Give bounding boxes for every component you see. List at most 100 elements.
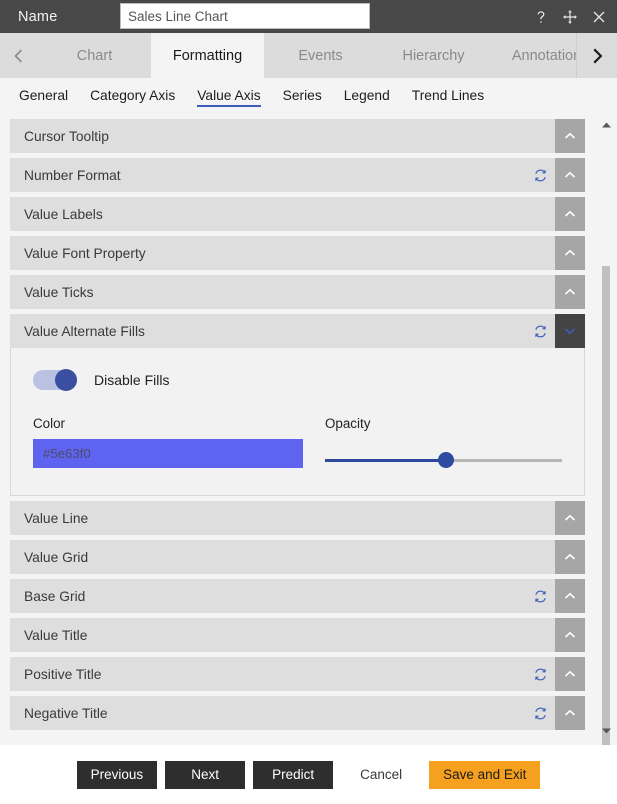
section-header[interactable]: Value Ticks xyxy=(10,275,585,309)
subtab-series[interactable]: Series xyxy=(272,78,333,113)
section-number-format: Number Format xyxy=(10,158,585,192)
tab-chart[interactable]: Chart xyxy=(38,33,151,78)
section-title: Value Ticks xyxy=(24,284,94,300)
reset-icon[interactable] xyxy=(525,579,555,613)
section-header[interactable]: Base Grid xyxy=(10,579,585,613)
disable-fills-label: Disable Fills xyxy=(94,372,170,388)
help-icon[interactable] xyxy=(531,7,551,27)
name-input[interactable]: Sales Line Chart xyxy=(120,3,370,29)
section-title: Value Font Property xyxy=(24,245,146,261)
reset-icon[interactable] xyxy=(525,657,555,691)
section-title: Value Grid xyxy=(24,549,89,565)
chart-properties-dialog: Name Sales Line Chart Chart Formatting E… xyxy=(0,0,617,804)
chevron-up-icon[interactable] xyxy=(555,657,585,691)
dialog-titlebar: Name Sales Line Chart xyxy=(0,0,617,33)
toggle-knob xyxy=(55,369,77,391)
section-cursor-tooltip: Cursor Tooltip xyxy=(10,119,585,153)
section-negative-title: Negative Title xyxy=(10,696,585,730)
section-header[interactable]: Value Labels xyxy=(10,197,585,231)
chevron-right-icon[interactable] xyxy=(576,33,617,78)
section-actions xyxy=(555,501,585,535)
section-title: Number Format xyxy=(24,167,121,183)
subtab-legend[interactable]: Legend xyxy=(333,78,401,113)
section-title: Value Labels xyxy=(24,206,103,222)
subtab-category-axis[interactable]: Category Axis xyxy=(79,78,186,113)
chevron-down-icon[interactable] xyxy=(555,314,585,348)
chevron-up-icon[interactable] xyxy=(555,158,585,192)
chevron-up-icon[interactable] xyxy=(555,197,585,231)
section-actions xyxy=(525,696,585,730)
section-header[interactable]: Value Grid xyxy=(10,540,585,574)
subtab-trend-lines[interactable]: Trend Lines xyxy=(401,78,495,113)
section-actions xyxy=(555,275,585,309)
scrollbar-track[interactable] xyxy=(600,133,612,745)
section-actions xyxy=(525,657,585,691)
properties-content: Cursor Tooltip Number Format Value Label… xyxy=(0,113,617,745)
chevron-up-icon[interactable] xyxy=(555,119,585,153)
reset-icon[interactable] xyxy=(525,158,555,192)
sub-tabbar: General Category Axis Value Axis Series … xyxy=(0,78,617,113)
section-actions xyxy=(555,197,585,231)
section-title: Negative Title xyxy=(24,705,108,721)
chevron-up-icon[interactable] xyxy=(555,275,585,309)
scrollbar-thumb[interactable] xyxy=(602,266,610,745)
reset-icon[interactable] xyxy=(525,314,555,348)
section-header[interactable]: Negative Title xyxy=(10,696,585,730)
section-header[interactable]: Positive Title xyxy=(10,657,585,691)
chevron-up-icon[interactable] xyxy=(555,618,585,652)
cancel-button[interactable]: Cancel xyxy=(341,760,422,789)
next-button[interactable]: Next xyxy=(165,760,246,789)
section-value-ticks: Value Ticks xyxy=(10,275,585,309)
tab-events[interactable]: Events xyxy=(264,33,377,78)
main-tabs: Chart Formatting Events Hierarchy Annota… xyxy=(38,33,617,78)
section-base-grid: Base Grid xyxy=(10,579,585,613)
tab-formatting[interactable]: Formatting xyxy=(151,33,264,78)
reset-icon[interactable] xyxy=(525,696,555,730)
chevron-up-icon[interactable] xyxy=(555,696,585,730)
subtab-general[interactable]: General xyxy=(8,78,79,113)
section-title: Cursor Tooltip xyxy=(24,128,109,144)
chevron-left-icon[interactable] xyxy=(0,33,38,78)
name-input-value: Sales Line Chart xyxy=(128,8,228,24)
section-header[interactable]: Value Alternate Fills xyxy=(10,314,585,348)
section-value-labels: Value Labels xyxy=(10,197,585,231)
chevron-up-icon[interactable] xyxy=(555,236,585,270)
section-header[interactable]: Number Format xyxy=(10,158,585,192)
vertical-scrollbar[interactable] xyxy=(598,117,614,745)
subtab-value-axis[interactable]: Value Axis xyxy=(186,78,271,113)
slider-fill xyxy=(325,458,446,462)
chevron-up-icon[interactable] xyxy=(555,579,585,613)
opacity-slider[interactable] xyxy=(325,451,562,469)
close-icon[interactable] xyxy=(589,7,609,27)
color-label: Color xyxy=(33,416,65,431)
tab-hierarchy[interactable]: Hierarchy xyxy=(377,33,490,78)
chevron-up-icon[interactable] xyxy=(555,540,585,574)
section-header[interactable]: Value Line xyxy=(10,501,585,535)
chevron-up-icon[interactable] xyxy=(555,501,585,535)
previous-button[interactable]: Previous xyxy=(76,760,158,789)
accordion-list: Cursor Tooltip Number Format Value Label… xyxy=(0,113,617,745)
section-header[interactable]: Value Font Property xyxy=(10,236,585,270)
window-controls xyxy=(531,0,609,33)
section-actions xyxy=(555,119,585,153)
disable-fills-toggle[interactable] xyxy=(33,369,77,391)
section-actions xyxy=(525,314,585,348)
triangle-down-icon[interactable] xyxy=(598,723,614,739)
slider-thumb[interactable] xyxy=(437,452,454,468)
predict-button[interactable]: Predict xyxy=(253,760,334,789)
triangle-up-icon[interactable] xyxy=(598,117,614,133)
section-title: Positive Title xyxy=(24,666,102,682)
section-header[interactable]: Cursor Tooltip xyxy=(10,119,585,153)
dialog-footer: Previous Next Predict Cancel Save and Ex… xyxy=(0,745,617,804)
section-header[interactable]: Value Title xyxy=(10,618,585,652)
fill-fields: Color #5e63f0 Opacity xyxy=(33,416,562,469)
opacity-label: Opacity xyxy=(325,416,371,431)
section-title: Value Line xyxy=(24,510,89,526)
save-and-exit-button[interactable]: Save and Exit xyxy=(429,760,541,789)
main-tabbar: Chart Formatting Events Hierarchy Annota… xyxy=(0,33,617,78)
section-positive-title: Positive Title xyxy=(10,657,585,691)
color-input[interactable]: #5e63f0 xyxy=(33,439,303,468)
move-icon[interactable] xyxy=(560,7,580,27)
section-actions xyxy=(525,579,585,613)
section-actions xyxy=(525,158,585,192)
